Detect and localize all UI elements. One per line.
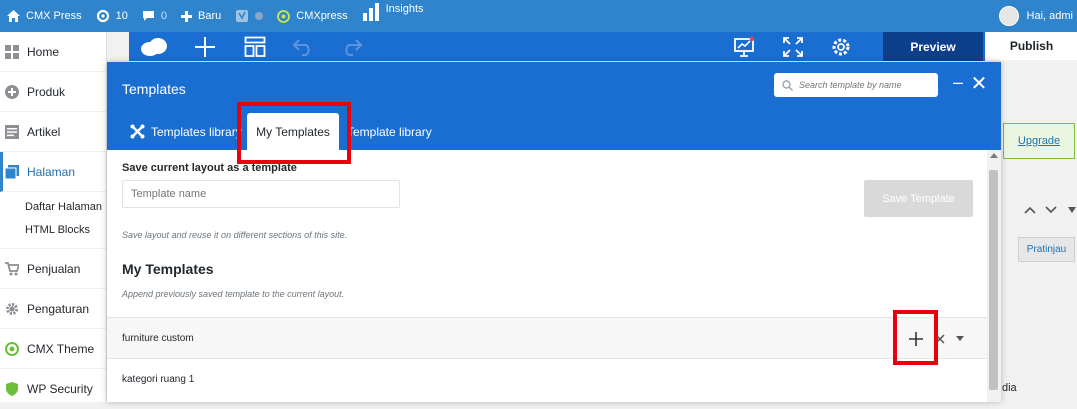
- updates-count: 10: [115, 10, 128, 22]
- builder-toolbar: [129, 32, 985, 61]
- admin-bar-yoast[interactable]: [228, 0, 270, 32]
- highlight-my-templates-tab: [237, 102, 351, 164]
- save-template-button[interactable]: Save Template: [864, 180, 973, 217]
- admin-bar-cmxpress[interactable]: CMXpress: [270, 0, 354, 32]
- presentation-icon[interactable]: [732, 32, 756, 61]
- template-row[interactable]: kategori ruang 1: [107, 358, 987, 399]
- plus-circle-icon: [5, 84, 19, 99]
- admin-bar-comments[interactable]: 0: [135, 0, 174, 32]
- sidebar-item-wp-security[interactable]: WP Security: [0, 369, 106, 409]
- modal-title: Templates: [122, 81, 186, 97]
- layout-icon[interactable]: [243, 32, 267, 61]
- scroll-up-icon[interactable]: [990, 153, 998, 158]
- caret-icon[interactable]: [1068, 206, 1076, 217]
- my-templates-title: My Templates: [122, 261, 214, 277]
- sidebar-item-cmx-theme[interactable]: CMX Theme: [0, 329, 106, 369]
- post-icon: [5, 124, 19, 139]
- updates-icon: [96, 9, 109, 23]
- tab-template-library[interactable]: Template library: [347, 113, 432, 150]
- avatar[interactable]: [998, 6, 1019, 26]
- sidebar-item-label: Halaman: [27, 164, 76, 179]
- yoast-dot-icon: [255, 12, 264, 20]
- sidebar-item-label: CMX Theme: [27, 341, 95, 356]
- upgrade-notice: Upgrade: [1003, 123, 1075, 159]
- upgrade-link[interactable]: Upgrade: [1018, 135, 1060, 147]
- plus-icon: [181, 10, 192, 22]
- cart-icon: [5, 261, 19, 275]
- sidebar-item-penjualan[interactable]: Penjualan: [0, 249, 106, 289]
- template-row[interactable]: furniture custom: [107, 317, 987, 358]
- shield-icon: [6, 381, 18, 396]
- chevron-up-icon[interactable]: [1024, 206, 1036, 217]
- new-label: Baru: [198, 10, 222, 22]
- bar-chart-icon: [362, 3, 379, 21]
- cmx-label: CMXpress: [296, 10, 348, 22]
- sidebar-item-label: Home: [27, 44, 60, 59]
- close-icon[interactable]: ✕: [970, 71, 988, 96]
- template-dropdown-icon[interactable]: [956, 318, 964, 359]
- admin-bar: CMX Press 10 0 Baru CMXpress Insights Ha…: [0, 0, 1077, 32]
- template-name: kategori ruang 1: [122, 373, 195, 385]
- highlight-append-button: [893, 310, 938, 365]
- add-element-icon[interactable]: [193, 32, 217, 61]
- halaman-submenu: Daftar Halaman HTML Blocks: [0, 192, 106, 249]
- builder-logo-icon[interactable]: [139, 32, 169, 61]
- modal-body: Save current layout as a template Save T…: [107, 150, 987, 402]
- fullscreen-icon[interactable]: [781, 32, 805, 61]
- yoast-icon: [236, 10, 249, 22]
- page-background: [1001, 60, 1077, 402]
- gear-icon: [6, 302, 18, 315]
- home-icon: [7, 10, 20, 22]
- search-input[interactable]: [799, 80, 934, 90]
- publish-button[interactable]: Publish: [986, 32, 1077, 60]
- admin-bar-insights[interactable]: Insights: [355, 0, 431, 32]
- sidebar-item-artikel[interactable]: Artikel: [0, 112, 106, 152]
- insights-label: Insights: [385, 3, 424, 15]
- comment-icon: [142, 11, 154, 21]
- minimize-icon[interactable]: –: [951, 72, 965, 93]
- sidebar-item-label: Penjualan: [27, 261, 81, 276]
- pratinjau-button[interactable]: Pratinjau: [1018, 237, 1075, 262]
- tab-label: Templates library: [151, 124, 242, 139]
- cmx-icon: [5, 341, 19, 356]
- scrollbar-thumb[interactable]: [989, 170, 998, 390]
- my-templates-hint: Append previously saved template to the …: [122, 289, 345, 299]
- greeting[interactable]: Hai, admi: [1027, 10, 1077, 22]
- sidebar-item-pengaturan[interactable]: Pengaturan: [0, 289, 106, 329]
- sidebar-item-label: Produk: [27, 84, 66, 99]
- settings-gear-icon[interactable]: [829, 32, 853, 61]
- dashboard-icon: [5, 44, 19, 59]
- sidebar-item-halaman[interactable]: Halaman: [0, 152, 106, 192]
- partial-text: dia: [1002, 382, 1017, 394]
- template-name: furniture custom: [122, 332, 194, 344]
- tab-templates-library[interactable]: Templates library: [130, 113, 242, 150]
- admin-sidebar: Home Produk Artikel Halaman Daftar Halam…: [0, 32, 107, 409]
- search-icon: [782, 79, 793, 91]
- site-name: CMX Press: [26, 10, 82, 22]
- submenu-item-html-blocks[interactable]: HTML Blocks: [25, 219, 106, 242]
- admin-bar-new[interactable]: Baru: [174, 0, 228, 32]
- sidebar-item-label: Pengaturan: [27, 301, 90, 316]
- redo-icon[interactable]: [340, 32, 364, 61]
- admin-bar-updates[interactable]: 10: [89, 0, 135, 32]
- admin-bar-site[interactable]: CMX Press: [0, 0, 89, 32]
- chevron-down-icon[interactable]: [1045, 206, 1057, 217]
- preview-button[interactable]: Preview: [883, 32, 983, 61]
- tab-label: Template library: [347, 124, 432, 139]
- submenu-item-daftar-halaman[interactable]: Daftar Halaman: [25, 196, 106, 219]
- sidebar-item-produk[interactable]: Produk: [0, 72, 106, 112]
- modal-scrollbar[interactable]: [987, 150, 1001, 402]
- sidebar-item-label: WP Security: [27, 381, 93, 396]
- undo-icon[interactable]: [291, 32, 315, 61]
- cmx-icon: [277, 9, 291, 23]
- sidebar-item-label: Artikel: [27, 124, 61, 139]
- library-icon: [130, 124, 145, 139]
- sidebar-item-home[interactable]: Home: [0, 32, 106, 72]
- comments-count: 0: [160, 10, 167, 22]
- template-search[interactable]: [774, 73, 938, 97]
- save-hint: Save layout and reuse it on different se…: [122, 230, 348, 240]
- template-name-input[interactable]: [122, 180, 400, 208]
- page-icon: [5, 164, 19, 179]
